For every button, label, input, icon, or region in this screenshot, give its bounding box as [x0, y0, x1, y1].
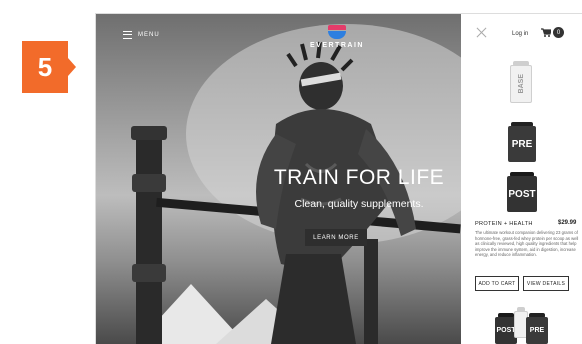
brand-name: EVERTRAIN — [310, 42, 364, 49]
product-price: $29.99 — [558, 220, 577, 226]
view-details-button[interactable]: VIEW DETAILS — [523, 276, 569, 291]
login-link[interactable]: Log in — [512, 31, 528, 37]
add-to-cart-button[interactable]: ADD TO CART — [475, 276, 519, 291]
product-pre-tub[interactable]: PRE — [508, 122, 536, 162]
tub-label: BASE — [517, 74, 525, 94]
cart-button[interactable]: 0 — [541, 27, 564, 38]
learn-more-button[interactable]: LEARN MORE — [305, 229, 367, 246]
bundle-image[interactable]: POST PRE — [495, 307, 555, 344]
step-number-badge: 5 — [22, 41, 76, 93]
tub-label: POST — [496, 327, 516, 334]
tub-label: POST — [508, 188, 536, 200]
product-post-tub[interactable]: POST — [507, 172, 537, 212]
cart-count-badge: 0 — [553, 27, 564, 38]
hero-subline: Clean, quality supplements. — [294, 198, 424, 210]
cart-icon — [541, 28, 551, 37]
product-description: The ultimate workout companion deliverin… — [475, 230, 579, 258]
tub-label: PRE — [529, 327, 545, 334]
product-title: PROTEIN + HEALTH — [475, 221, 533, 227]
menu-label: MENU — [138, 32, 160, 38]
hamburger-icon — [123, 31, 132, 39]
evertrain-logo[interactable]: EVERTRAIN — [310, 25, 364, 49]
step-number: 5 — [37, 51, 53, 82]
website-screenshot: MENU EVERTRAIN TRAIN FOR LIFE Clean, qua… — [95, 13, 582, 344]
cart-side-panel: Log in 0 BASE PRE POST PROTEIN + HEALTH … — [461, 14, 582, 344]
menu-button[interactable]: MENU — [123, 31, 160, 39]
hero-section: MENU EVERTRAIN TRAIN FOR LIFE Clean, qua… — [96, 14, 461, 344]
product-base-tub[interactable]: BASE — [510, 61, 532, 103]
hero-headline: TRAIN FOR LIFE — [273, 166, 445, 189]
logo-mark-icon — [327, 25, 346, 39]
close-icon[interactable] — [477, 27, 487, 37]
tub-label: PRE — [511, 138, 533, 150]
